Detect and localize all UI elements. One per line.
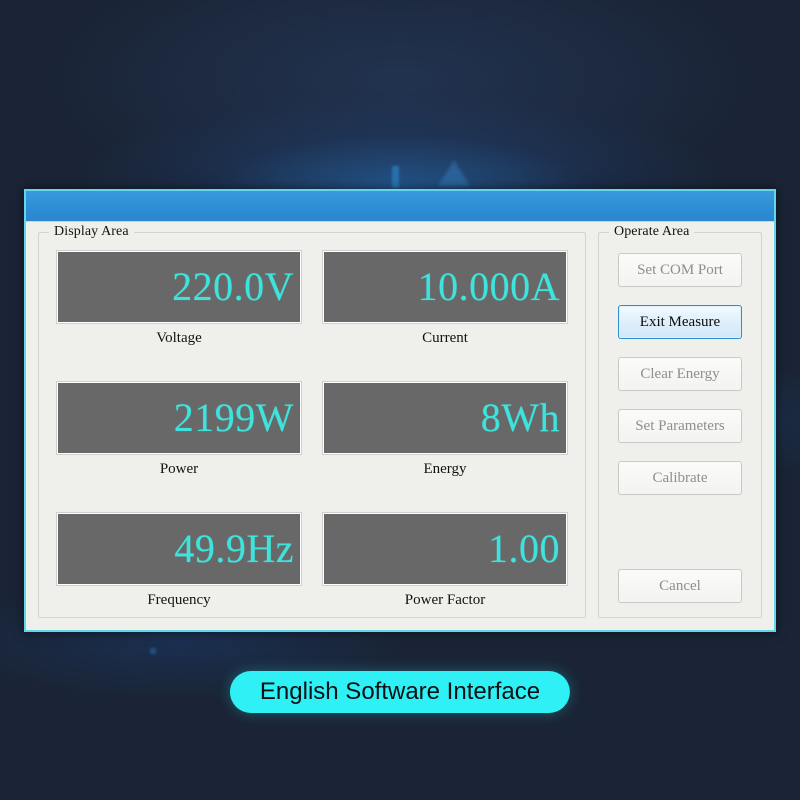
- meter-row: 2199W Power 8Wh Energy: [56, 381, 568, 478]
- exit-measure-button[interactable]: Exit Measure: [618, 305, 742, 339]
- power-factor-label: Power Factor: [404, 592, 486, 608]
- meter-cell-current: 10.000A Current: [322, 250, 568, 347]
- meter-cell-energy: 8Wh Energy: [322, 381, 568, 478]
- voltage-label: Voltage: [156, 330, 202, 346]
- frequency-value: 49.9Hz: [174, 526, 294, 571]
- voltage-value: 220.0V: [172, 264, 294, 309]
- meter-cell-power: 2199W Power: [56, 381, 302, 478]
- display-area-group: Display Area 220.0V Voltage 10.000A Curr…: [38, 224, 586, 618]
- meter-cell-power-factor: 1.00 Power Factor: [322, 512, 568, 609]
- calibrate-button[interactable]: Calibrate: [618, 461, 742, 495]
- background-peak: [438, 160, 470, 186]
- background-spark: [150, 648, 156, 654]
- display-area-legend: Display Area: [49, 224, 134, 240]
- clear-energy-button[interactable]: Clear Energy: [618, 357, 742, 391]
- power-factor-readout: 1.00: [322, 512, 568, 586]
- background-spark: [392, 166, 399, 188]
- operate-area-legend: Operate Area: [609, 224, 695, 240]
- set-parameters-button[interactable]: Set Parameters: [618, 409, 742, 443]
- window-body: Display Area 220.0V Voltage 10.000A Curr…: [26, 222, 774, 630]
- energy-value: 8Wh: [480, 395, 560, 440]
- caption-text: English Software Interface: [259, 678, 541, 705]
- power-readout: 2199W: [56, 381, 302, 455]
- meter-row: 49.9Hz Frequency 1.00 Power Factor: [56, 512, 568, 609]
- current-label: Current: [422, 330, 468, 346]
- current-readout: 10.000A: [322, 250, 568, 324]
- energy-label: Energy: [423, 461, 467, 477]
- frequency-label: Frequency: [147, 592, 211, 608]
- frequency-readout: 49.9Hz: [56, 512, 302, 586]
- energy-readout: 8Wh: [322, 381, 568, 455]
- cancel-button[interactable]: Cancel: [618, 569, 742, 603]
- operate-area-group: Operate Area Set COM Port Exit Measure C…: [598, 224, 762, 618]
- application-window: Display Area 220.0V Voltage 10.000A Curr…: [24, 189, 776, 632]
- voltage-readout: 220.0V: [56, 250, 302, 324]
- set-com-port-button[interactable]: Set COM Port: [618, 253, 742, 287]
- meter-cell-frequency: 49.9Hz Frequency: [56, 512, 302, 609]
- meter-cell-voltage: 220.0V Voltage: [56, 250, 302, 347]
- power-value: 2199W: [173, 395, 294, 440]
- power-factor-value: 1.00: [488, 526, 560, 571]
- meter-row: 220.0V Voltage 10.000A Current: [56, 250, 568, 347]
- window-title-bar[interactable]: [26, 191, 774, 222]
- caption-banner: English Software Interface: [229, 671, 571, 713]
- current-value: 10.000A: [417, 264, 560, 309]
- power-label: Power: [159, 461, 199, 477]
